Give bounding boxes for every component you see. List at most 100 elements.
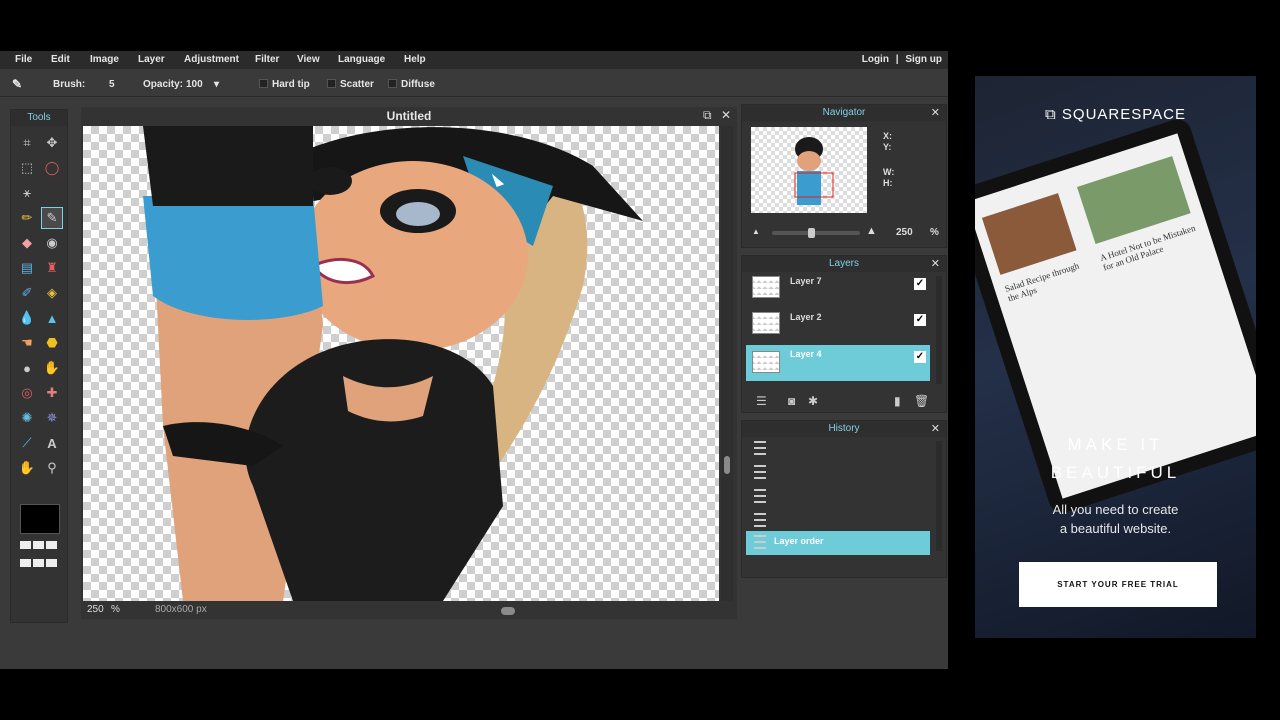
history-scrollbar[interactable] bbox=[936, 441, 942, 551]
color-grid-icon[interactable] bbox=[19, 538, 61, 567]
history-item-selected[interactable]: Layer order bbox=[746, 531, 930, 555]
layer-visibility-checkbox[interactable]: ✓ bbox=[914, 351, 926, 363]
menu-view[interactable]: View bbox=[297, 54, 320, 65]
menu-file[interactable]: File bbox=[15, 54, 32, 65]
opacity-dropdown-icon[interactable]: ▾ bbox=[214, 79, 219, 90]
navigator-zoom-unit: % bbox=[930, 227, 939, 238]
magic-wand-icon[interactable]: ⚹ bbox=[16, 182, 38, 204]
ad-cta-button[interactable]: START YOUR FREE TRIAL bbox=[1019, 562, 1217, 607]
horizontal-scrollbar[interactable] bbox=[251, 607, 717, 615]
squarespace-ad[interactable]: ⧉ SQUARESPACE A Hotel Not to be Mistaken… bbox=[975, 76, 1256, 638]
menu-help[interactable]: Help bbox=[404, 54, 426, 65]
video-letterbox-bottom bbox=[0, 669, 1280, 720]
hand-icon[interactable]: ✋ bbox=[16, 457, 38, 479]
body-shape bbox=[245, 339, 503, 601]
nav-h-label: H: bbox=[883, 178, 893, 188]
foreground-color-swatch[interactable] bbox=[20, 504, 60, 534]
vertical-scroll-thumb[interactable] bbox=[724, 456, 730, 474]
eye-iris-shape bbox=[396, 202, 440, 226]
dodge-icon[interactable]: ● bbox=[16, 357, 38, 379]
layer-thumbnail bbox=[752, 351, 780, 373]
history-item[interactable] bbox=[746, 509, 930, 533]
layers-scrollbar[interactable] bbox=[936, 276, 942, 384]
diffuse-checkbox[interactable] bbox=[388, 79, 397, 88]
history-item[interactable] bbox=[746, 437, 930, 461]
eraser-icon[interactable]: ◆ bbox=[16, 232, 38, 254]
navigator-zoom-value[interactable]: 250 bbox=[896, 227, 913, 238]
layer-mask-icon[interactable]: ◙ bbox=[788, 394, 795, 408]
layers-close-icon[interactable]: ✕ bbox=[931, 256, 940, 272]
layer-name: Layer 7 bbox=[790, 276, 822, 286]
red-eye-icon[interactable]: ◎ bbox=[16, 382, 38, 404]
stamp-icon[interactable]: ♜ bbox=[41, 257, 63, 279]
bloat-icon[interactable]: ✺ bbox=[16, 407, 38, 429]
hard-tip-checkbox[interactable] bbox=[259, 79, 268, 88]
sponge-icon[interactable]: ⬣ bbox=[41, 332, 63, 354]
zoom-slider-knob[interactable] bbox=[808, 228, 815, 238]
ad-subtext-line2: a beautiful website. bbox=[1059, 521, 1172, 536]
menu-filter[interactable]: Filter bbox=[255, 54, 279, 65]
gradient-icon[interactable]: ▤ bbox=[16, 257, 38, 279]
brush-icon[interactable]: ✎ bbox=[41, 207, 63, 229]
zoom-value[interactable]: 250 bbox=[87, 604, 104, 615]
diffuse-label: Diffuse bbox=[401, 79, 435, 90]
hard-tip-option[interactable]: Hard tip bbox=[259, 79, 310, 90]
scatter-option[interactable]: Scatter bbox=[327, 79, 374, 90]
type-icon[interactable]: A bbox=[41, 432, 63, 454]
zoom-in-icon[interactable]: ▲ bbox=[866, 225, 877, 237]
vertical-scrollbar[interactable] bbox=[721, 126, 733, 601]
hard-tip-label: Hard tip bbox=[272, 79, 310, 90]
diffuse-option[interactable]: Diffuse bbox=[388, 79, 435, 90]
navigator-preview[interactable] bbox=[751, 127, 867, 213]
crop-icon[interactable]: ⌗ bbox=[16, 132, 38, 154]
bucket-icon[interactable]: ◉ bbox=[41, 232, 63, 254]
layer-row-selected[interactable]: Layer 4 ✓ bbox=[746, 345, 930, 381]
menu-adjustment[interactable]: Adjustment bbox=[184, 54, 239, 65]
burn-icon[interactable]: ✋ bbox=[41, 357, 63, 379]
spot-heal-icon[interactable]: ✚ bbox=[41, 382, 63, 404]
history-item[interactable] bbox=[746, 461, 930, 485]
layer-styles-icon[interactable]: ✱ bbox=[808, 394, 818, 408]
lasso-icon[interactable]: ◯ bbox=[41, 157, 63, 179]
zoom-slider[interactable] bbox=[772, 228, 860, 238]
layer-visibility-checkbox[interactable]: ✓ bbox=[914, 278, 926, 290]
brush-size-picker[interactable]: 5 bbox=[109, 79, 115, 90]
layer-visibility-checkbox[interactable]: ✓ bbox=[914, 314, 926, 326]
tools-panel: Tools ⌗ ✥ ⬚ ◯ ⚹ ✏ ✎ ◆ ◉ ▤ ♜ ✐ ◈ 💧 ▲ ☚ ⬣ … bbox=[10, 109, 68, 623]
blur-icon[interactable]: 💧 bbox=[16, 307, 38, 329]
move-icon[interactable]: ✥ bbox=[41, 132, 63, 154]
layer-row[interactable]: Layer 7 ✓ bbox=[746, 272, 930, 304]
close-window-icon[interactable]: ✕ bbox=[721, 108, 731, 122]
image-canvas[interactable] bbox=[83, 126, 719, 601]
navigator-close-icon[interactable]: ✕ bbox=[931, 105, 940, 121]
menu-layer[interactable]: Layer bbox=[138, 54, 165, 65]
ad-headline-line2: BEAUTIFUL bbox=[1050, 463, 1181, 482]
pencil-icon[interactable]: ✏ bbox=[16, 207, 38, 229]
smudge-icon[interactable]: ☚ bbox=[16, 332, 38, 354]
layer-row[interactable]: Layer 2 ✓ bbox=[746, 308, 930, 340]
restore-window-icon[interactable]: ⧉ bbox=[703, 108, 712, 123]
scatter-checkbox[interactable] bbox=[327, 79, 336, 88]
pinch-icon[interactable]: ✵ bbox=[41, 407, 63, 429]
horizontal-scroll-thumb[interactable] bbox=[501, 607, 515, 615]
delete-layer-icon[interactable]: 🗑 bbox=[914, 394, 929, 408]
menu-image[interactable]: Image bbox=[90, 54, 119, 65]
history-item[interactable] bbox=[746, 485, 930, 509]
color-picker-icon[interactable]: ⟋ bbox=[16, 432, 38, 454]
menu-edit[interactable]: Edit bbox=[51, 54, 70, 65]
marquee-icon[interactable]: ⬚ bbox=[16, 157, 38, 179]
layer-thumbnail bbox=[752, 276, 780, 298]
signup-link[interactable]: Sign up bbox=[905, 54, 942, 65]
login-link[interactable]: Login bbox=[862, 54, 889, 65]
menu-language[interactable]: Language bbox=[338, 54, 385, 65]
zoom-icon[interactable]: ⚲ bbox=[41, 457, 63, 479]
new-layer-icon[interactable]: ▮ bbox=[894, 394, 901, 408]
history-title-text: History bbox=[828, 423, 860, 434]
history-close-icon[interactable]: ✕ bbox=[931, 421, 940, 437]
sharpen-icon[interactable]: ▲ bbox=[41, 307, 63, 329]
color-replace-icon[interactable]: ✐ bbox=[16, 282, 38, 304]
zoom-out-icon[interactable]: ▲ bbox=[752, 227, 760, 236]
drawing-icon[interactable]: ◈ bbox=[41, 282, 63, 304]
layer-settings-icon[interactable]: ☰ bbox=[756, 394, 767, 408]
opacity-value[interactable]: 100 bbox=[186, 79, 203, 90]
